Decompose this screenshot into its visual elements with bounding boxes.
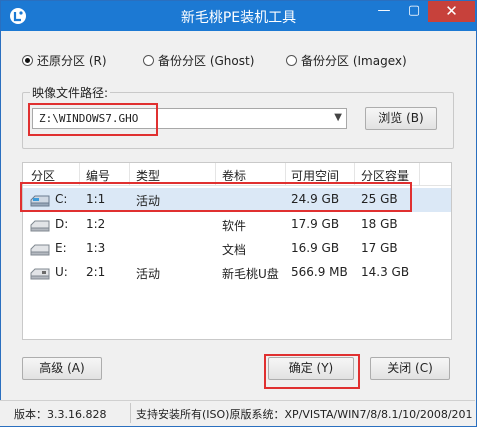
cell-free-space: 16.9 GB — [291, 241, 340, 255]
header-divider — [285, 163, 286, 185]
header-label[interactable]: 卷标 — [222, 167, 246, 184]
cell-label: 文档 — [222, 243, 247, 257]
close-button[interactable]: 关闭 (C) — [370, 357, 450, 380]
support-text: 支持安装所有(ISO)原版系统：XP/VISTA/WIN7/8/8.1/10/2… — [136, 408, 472, 421]
header-type[interactable]: 类型 — [136, 167, 160, 184]
cell-capacity: 14.3 GB — [361, 265, 410, 279]
image-path-value: Z:\WINDOWS7.GHO — [39, 112, 139, 125]
header-divider — [79, 163, 80, 185]
header-capacity[interactable]: 分区容量 — [361, 167, 409, 184]
advanced-button[interactable]: 高级 (A) — [22, 357, 102, 380]
table-row[interactable]: C: 1:1 活动 24.9 GB 25 GB — [23, 188, 451, 212]
cell-free-space: 17.9 GB — [291, 217, 340, 231]
radio-backup-ghost[interactable]: 备份分区 (Ghost) — [143, 52, 254, 69]
table-row[interactable]: D: 1:2 软件 17.9 GB 18 GB — [23, 213, 451, 237]
header-divider — [354, 163, 355, 185]
cell-number: 1:3 — [86, 241, 106, 255]
radio-backup-imagex[interactable]: 备份分区 (Imagex) — [286, 52, 407, 69]
cell-capacity: 25 GB — [361, 192, 398, 206]
table-header: 分区 编号 类型 卷标 可用空间 分区容量 — [23, 163, 451, 186]
hard-drive-icon — [30, 244, 50, 256]
header-number[interactable]: 编号 — [86, 167, 110, 184]
image-path-combobox[interactable]: Z:\WINDOWS7.GHO ▼ — [32, 108, 347, 129]
header-free-space[interactable]: 可用空间 — [291, 167, 339, 184]
table-row[interactable]: U: 2:1 活动 新毛桃U盘 566.9 MB 14.3 GB — [23, 261, 451, 285]
browse-button[interactable]: 浏览 (B) — [365, 107, 437, 130]
usb-drive-icon — [30, 268, 50, 280]
cell-capacity: 18 GB — [361, 217, 398, 231]
table-row[interactable]: E: 1:3 文档 16.9 GB 17 GB — [23, 237, 451, 261]
cell-free-space: 24.9 GB — [291, 192, 340, 206]
cell-number: 1:2 — [86, 217, 106, 231]
radio-backup-imagex-label: 备份分区 (Imagex) — [301, 54, 407, 68]
header-partition[interactable]: 分区 — [31, 167, 55, 184]
minimize-button[interactable]: — — [369, 1, 399, 22]
cell-drive: U: — [55, 265, 68, 279]
cell-drive: E: — [55, 241, 67, 255]
radio-selected-icon — [22, 55, 33, 66]
close-window-button[interactable]: ✕ — [428, 1, 475, 22]
status-bar: 版本：3.3.16.828 支持安装所有(ISO)原版系统：XP/VISTA/W… — [0, 400, 475, 426]
status-divider — [130, 403, 131, 423]
system-drive-icon — [30, 195, 50, 207]
cell-type: 活动 — [136, 267, 161, 281]
header-divider — [215, 163, 216, 185]
title-bar[interactable]: 新毛桃PE装机工具 — ▢ ✕ — [1, 1, 476, 31]
maximize-button[interactable]: ▢ — [399, 1, 429, 22]
version-text: 版本：3.3.16.828 — [14, 408, 107, 421]
ok-button[interactable]: 确定 (Y) — [268, 357, 354, 380]
partition-table: 分区 编号 类型 卷标 可用空间 分区容量 C: 1:1 活动 24.9 GB … — [22, 162, 452, 340]
header-divider — [419, 163, 420, 185]
cell-number: 2:1 — [86, 265, 106, 279]
hard-drive-icon — [30, 220, 50, 232]
radio-restore-label: 还原分区 (R) — [37, 54, 107, 68]
radio-unselected-icon — [286, 55, 297, 66]
cell-capacity: 17 GB — [361, 241, 398, 255]
cell-number: 1:1 — [86, 192, 106, 206]
cell-drive: D: — [55, 217, 69, 231]
cell-drive: C: — [55, 192, 68, 206]
image-path-label: 映像文件路径: — [30, 84, 111, 101]
cell-label: 新毛桃U盘 — [222, 267, 279, 281]
cell-free-space: 566.9 MB — [291, 265, 348, 279]
cell-type: 活动 — [136, 194, 161, 208]
cell-label: 软件 — [222, 219, 247, 233]
radio-backup-ghost-label: 备份分区 (Ghost) — [158, 54, 255, 68]
radio-unselected-icon — [143, 55, 154, 66]
header-divider — [129, 163, 130, 185]
radio-restore-partition[interactable]: 还原分区 (R) — [22, 52, 107, 69]
chevron-down-icon[interactable]: ▼ — [334, 112, 342, 123]
